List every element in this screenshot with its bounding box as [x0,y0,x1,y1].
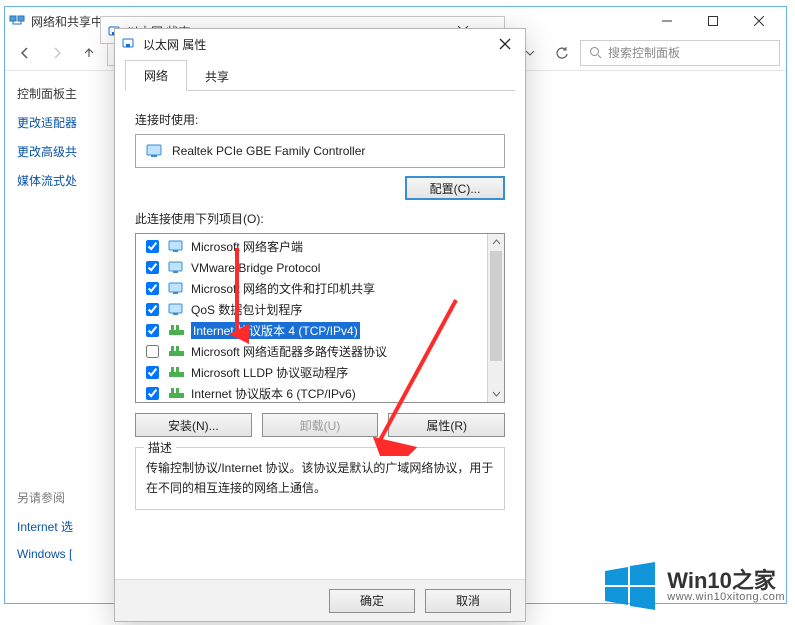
scroll-thumb[interactable] [490,251,502,361]
description-body: 传输控制协议/Internet 协议。该协议是默认的广域网络协议，用于在不同的相… [146,458,494,499]
tab-network[interactable]: 网络 [125,60,187,91]
close-button[interactable] [736,7,782,35]
list-item-label: Microsoft 网络的文件和打印机共享 [191,280,375,297]
nav-up-button[interactable] [75,39,103,67]
list-item-checkbox[interactable] [146,345,159,358]
list-item-checkbox[interactable] [146,303,159,316]
list-item-label: Internet 协议版本 4 (TCP/IPv4) [191,322,360,339]
list-item-label: Microsoft 网络适配器多路传送器协议 [191,343,387,360]
watermark-brand: Win10之家 [667,570,785,592]
refresh-button[interactable] [548,39,576,67]
description-legend: 描述 [144,439,176,456]
list-item-label: Internet 协议版本 6 (TCP/IPv6) [191,385,356,402]
scroll-up-icon[interactable] [488,234,504,251]
left-link[interactable]: 更改高级共 [17,143,93,160]
list-item[interactable]: VMware Bridge Protocol [136,257,487,278]
install-button[interactable]: 安装(N)... [135,413,252,437]
client-icon [168,301,185,318]
protocol-icon [168,343,185,360]
list-item-label: VMware Bridge Protocol [191,261,320,275]
dialog-tabs: 网络 共享 [125,59,515,91]
list-item[interactable]: Microsoft LLDP 协议驱动程序 [136,362,487,383]
ok-button[interactable]: 确定 [329,589,415,613]
watermark-url: www.win10xitong.com [667,592,785,603]
protocol-icon [168,385,185,402]
watermark: Win10之家 www.win10xitong.com [603,559,785,613]
adapter-box: Realtek PCIe GBE Family Controller [135,134,505,168]
list-item[interactable]: Microsoft 网络客户端 [136,236,487,257]
properties-button[interactable]: 属性(R) [388,413,505,437]
dialog-title: 以太网 属性 [143,36,491,53]
left-link[interactable]: 媒体流式处 [17,172,93,189]
uninstall-button[interactable]: 卸载(U) [262,413,379,437]
list-item-label: Microsoft LLDP 协议驱动程序 [191,364,348,381]
listbox-scrollbar[interactable] [487,234,504,402]
see-also-link[interactable]: Windows [ [17,547,93,561]
left-pane: 控制面板主 更改适配器 更改高级共 媒体流式处 另请参阅 Internet 选 … [5,71,105,603]
list-item[interactable]: Internet 协议版本 4 (TCP/IPv4) [136,320,487,341]
protocol-icon [168,364,185,381]
nav-back-button[interactable] [11,39,39,67]
left-pane-header: 控制面板主 [17,85,93,102]
see-also-header: 另请参阅 [17,489,93,506]
configure-button[interactable]: 配置(C)... [405,176,505,200]
ethernet-properties-dialog: 以太网 属性 网络 共享 连接时使用: Realtek PCIe GBE Fam… [114,28,526,622]
nav-forward-button[interactable] [43,39,71,67]
see-also-link[interactable]: Internet 选 [17,518,93,535]
dialog-content: 连接时使用: Realtek PCIe GBE Family Controlle… [115,91,525,520]
list-item[interactable]: QoS 数据包计划程序 [136,299,487,320]
components-listbox[interactable]: Microsoft 网络客户端 VMware Bridge Protocol Mic… [135,233,505,403]
list-item-checkbox[interactable] [146,366,159,379]
minimize-button[interactable] [644,7,690,35]
list-item-checkbox[interactable] [146,261,159,274]
client-icon [168,238,185,255]
list-label: 此连接使用下列项目(O): [135,210,505,227]
protocol-icon [168,322,185,339]
dialog-button-bar: 确定 取消 [115,579,525,621]
ethernet-icon [121,36,137,52]
adapter-name: Realtek PCIe GBE Family Controller [172,144,365,158]
description-group: 描述 传输控制协议/Internet 协议。该协议是默认的广域网络协议，用于在不… [135,447,505,510]
list-item-checkbox[interactable] [146,240,159,253]
list-item[interactable]: Internet 协议版本 6 (TCP/IPv6) [136,383,487,402]
dialog-close-button[interactable] [491,30,519,58]
tab-sharing[interactable]: 共享 [186,61,248,92]
list-item-label: Microsoft 网络客户端 [191,238,303,255]
network-center-icon [9,13,25,29]
dialog-titlebar: 以太网 属性 [115,29,525,59]
cancel-button[interactable]: 取消 [425,589,511,613]
search-box[interactable]: 搜索控制面板 [580,40,780,66]
scroll-down-icon[interactable] [488,385,504,402]
list-item-checkbox[interactable] [146,324,159,337]
list-item-checkbox[interactable] [146,387,159,400]
windows-logo-icon [603,559,657,613]
client-icon [168,259,185,276]
client-icon [168,280,185,297]
connect-using-label: 连接时使用: [135,111,505,128]
list-item-checkbox[interactable] [146,282,159,295]
search-icon [589,46,602,59]
network-adapter-icon [146,143,164,159]
search-placeholder: 搜索控制面板 [608,44,680,61]
maximize-button[interactable] [690,7,736,35]
left-link[interactable]: 更改适配器 [17,114,93,131]
list-item[interactable]: Microsoft 网络的文件和打印机共享 [136,278,487,299]
list-item[interactable]: Microsoft 网络适配器多路传送器协议 [136,341,487,362]
list-item-label: QoS 数据包计划程序 [191,301,302,318]
